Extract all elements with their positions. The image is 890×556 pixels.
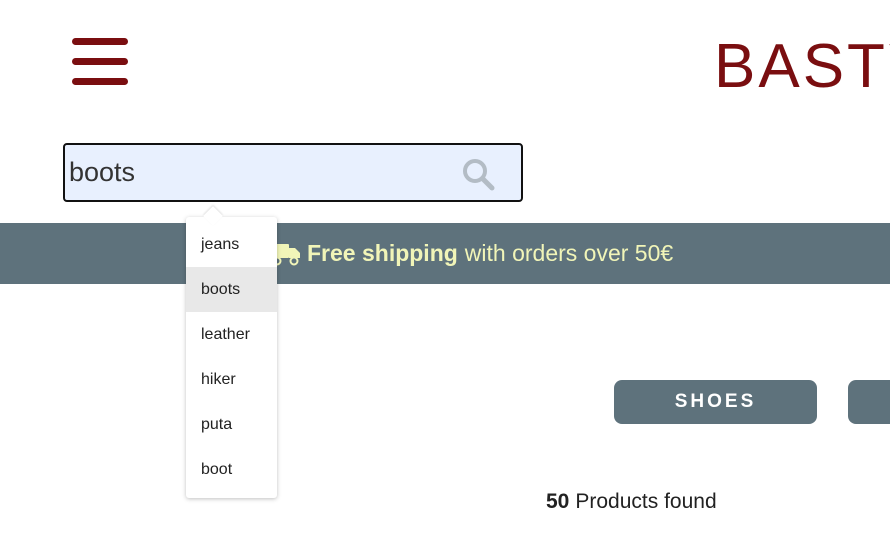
search-input[interactable] xyxy=(69,145,449,200)
suggestion-item[interactable]: hiker xyxy=(186,357,277,402)
menu-button[interactable] xyxy=(72,38,128,86)
suggestion-item[interactable]: boot xyxy=(186,447,277,492)
hamburger-menu-icon-bar xyxy=(72,78,128,85)
search-box xyxy=(63,143,523,202)
shipping-banner-strong-text: Free shipping xyxy=(307,240,458,266)
search-suggestions-dropdown: jeans boots leather hiker puta boot xyxy=(186,217,277,498)
category-button[interactable] xyxy=(848,380,890,424)
products-found-label: Products found xyxy=(575,490,717,513)
search-icon[interactable] xyxy=(461,157,495,191)
shipping-banner-content: Free shipping with orders over 50€ xyxy=(270,223,673,284)
products-count: 50 xyxy=(546,490,570,513)
hamburger-menu-icon-bar xyxy=(72,58,128,65)
suggestion-list: jeans boots leather hiker puta boot xyxy=(186,217,277,492)
shipping-banner: Free shipping with orders over 50€ xyxy=(0,223,890,284)
suggestion-item[interactable]: puta xyxy=(186,402,277,447)
brand-logo-text[interactable]: BASTY xyxy=(714,32,890,102)
shipping-banner-text: with orders over 50€ xyxy=(464,240,674,266)
suggestion-item[interactable]: jeans xyxy=(186,222,277,267)
suggestion-item[interactable]: boots xyxy=(186,267,277,312)
products-found-text: 50 Products found xyxy=(546,490,717,514)
hamburger-menu-icon-bar xyxy=(72,38,128,45)
suggestion-item[interactable]: leather xyxy=(186,312,277,357)
category-button-shoes[interactable]: SHOES xyxy=(614,380,817,424)
